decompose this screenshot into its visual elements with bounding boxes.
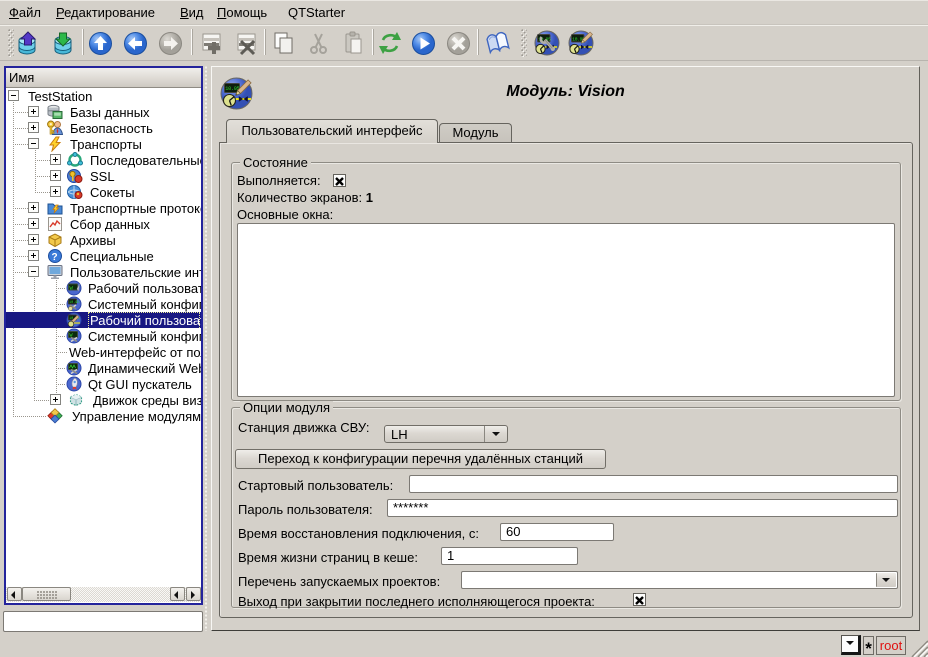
svg-text:10.95: 10.95 [69,301,80,305]
svg-text:?: ? [52,252,58,263]
